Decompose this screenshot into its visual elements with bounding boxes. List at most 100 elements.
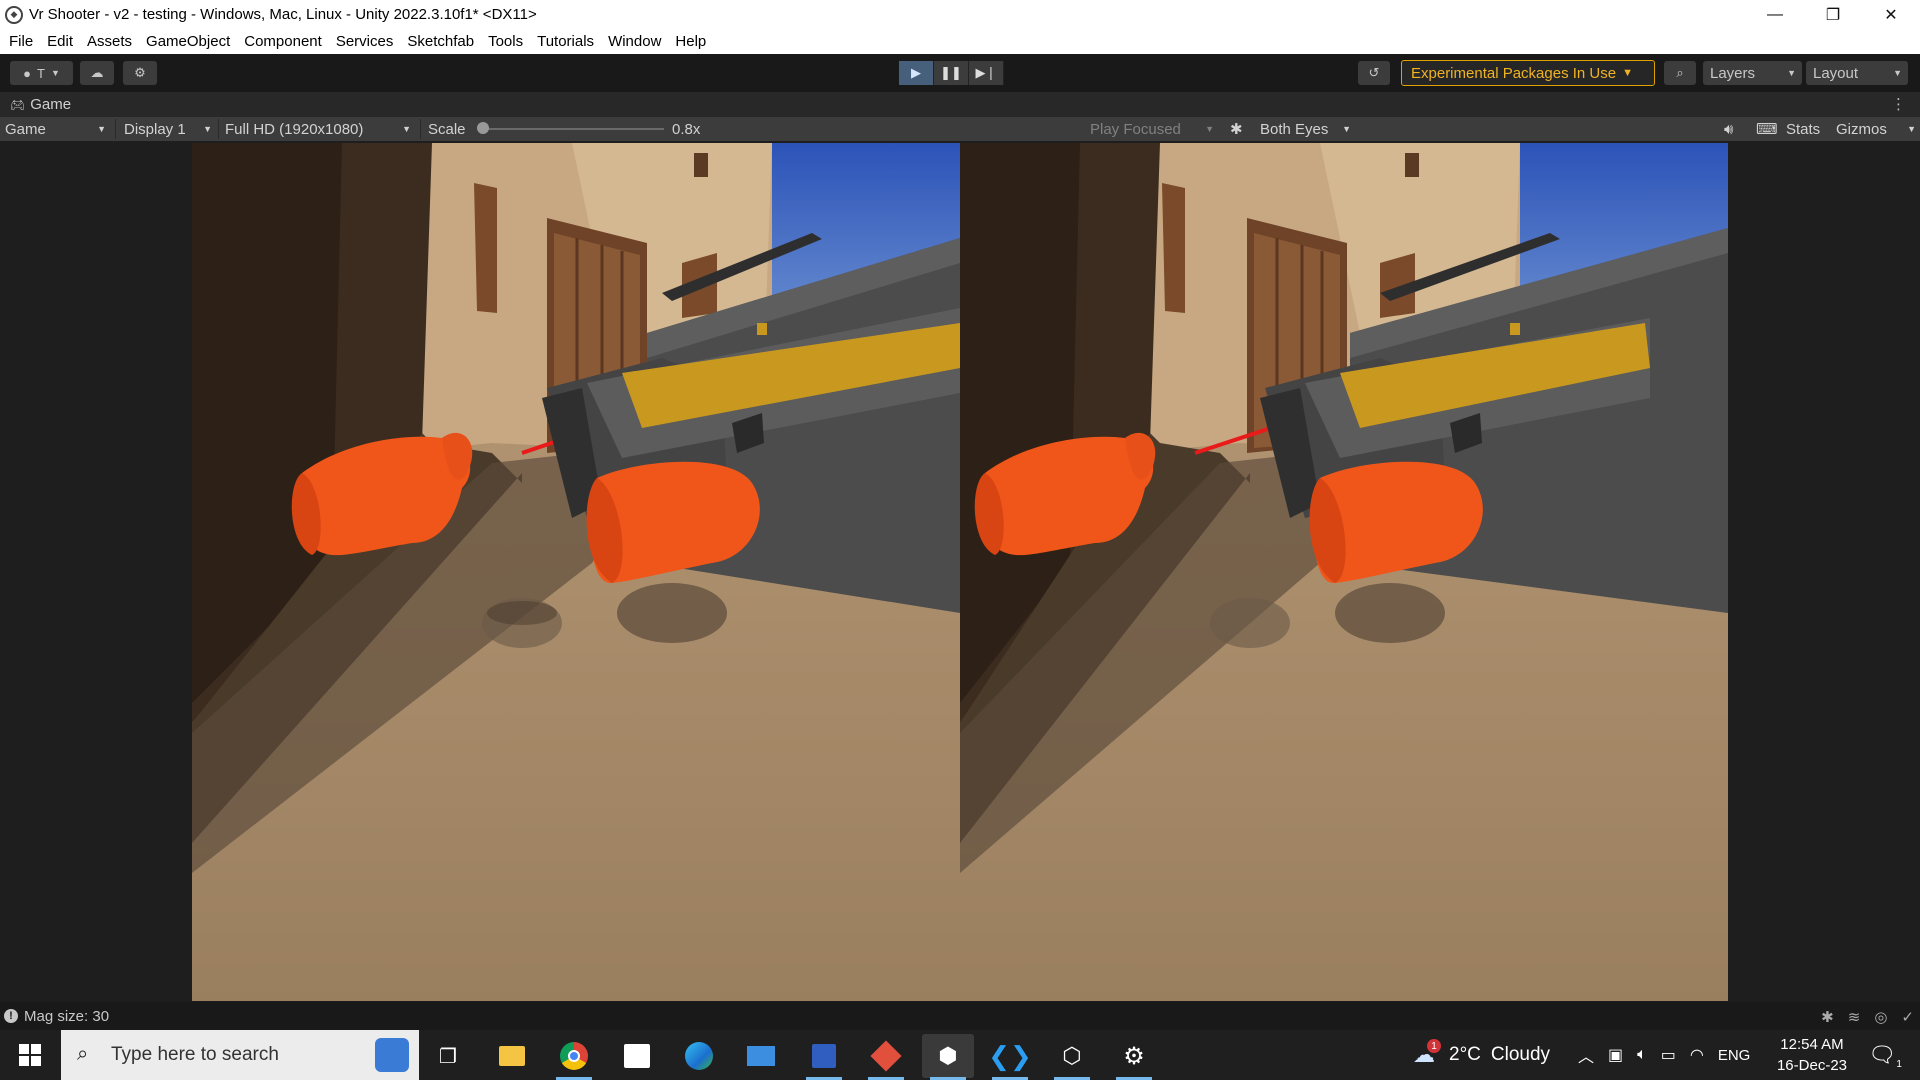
view-mode-dropdown[interactable]: Game ▼ bbox=[5, 117, 110, 141]
console-message[interactable]: Mag size: 30 bbox=[24, 1008, 109, 1025]
cloud-icon: ☁ 1 bbox=[1413, 1039, 1441, 1068]
menu-gameobject[interactable]: GameObject bbox=[139, 33, 237, 50]
scale-slider-handle[interactable] bbox=[477, 122, 489, 134]
store-icon bbox=[624, 1044, 650, 1068]
settings-button[interactable]: ⚙ bbox=[1108, 1034, 1160, 1080]
title-bar: ◆ Vr Shooter - v2 - testing - Windows, M… bbox=[0, 0, 1920, 29]
unity-hub-button[interactable]: ⬡ bbox=[1046, 1034, 1098, 1080]
menu-tools[interactable]: Tools bbox=[481, 33, 530, 50]
game-view-toolbar: Game ▼ Display 1 ▼ Full HD (1920x1080) ▼… bbox=[0, 117, 1920, 141]
collab-settings-button[interactable]: ⚙ bbox=[123, 61, 157, 85]
view-mode-label: Game bbox=[5, 120, 46, 138]
unity-logo-icon: ◆ bbox=[5, 5, 23, 24]
start-button[interactable] bbox=[0, 1030, 60, 1080]
chevron-down-icon: ▼ bbox=[1622, 67, 1633, 79]
cloud-button[interactable]: ☁ bbox=[80, 61, 114, 85]
divider bbox=[420, 119, 421, 139]
edge-button[interactable] bbox=[673, 1034, 725, 1078]
experimental-packages-button[interactable]: Experimental Packages In Use ▼ bbox=[1401, 60, 1655, 86]
chrome-button[interactable] bbox=[548, 1034, 600, 1080]
menu-sketchfab[interactable]: Sketchfab bbox=[400, 33, 481, 50]
pause-button[interactable]: ❚❚ bbox=[934, 61, 969, 85]
folder-icon bbox=[499, 1046, 525, 1066]
chevron-down-icon: ▼ bbox=[1787, 68, 1796, 78]
account-icon: ● bbox=[23, 65, 31, 81]
notification-center-button[interactable]: 🗨︎ 1 bbox=[1868, 1030, 1902, 1080]
floppy-icon bbox=[812, 1044, 836, 1068]
save-app-button[interactable] bbox=[798, 1034, 850, 1080]
account-initial: T bbox=[36, 65, 45, 81]
menu-assets[interactable]: Assets bbox=[80, 33, 139, 50]
search-icon: ⌕ bbox=[1676, 65, 1684, 80]
check-icon[interactable]: ✓ bbox=[1901, 1008, 1914, 1026]
more-options-icon[interactable]: ⋮ bbox=[1891, 95, 1906, 113]
restore-button[interactable]: ❐ bbox=[1804, 0, 1862, 29]
search-button[interactable]: ⌕ bbox=[1664, 61, 1696, 85]
undo-history-button[interactable]: ↺ bbox=[1358, 61, 1390, 85]
gizmos-dropdown[interactable]: Gizmos ▼ bbox=[1836, 117, 1916, 141]
battery-icon[interactable]: ▭ bbox=[1661, 1045, 1676, 1065]
unity-editor-button[interactable]: ⬢ bbox=[922, 1034, 974, 1080]
history-icon: ↺ bbox=[1368, 65, 1380, 80]
menu-component[interactable]: Component bbox=[237, 33, 329, 50]
wifi-icon[interactable]: ◠ bbox=[1690, 1045, 1704, 1065]
menu-tutorials[interactable]: Tutorials bbox=[530, 33, 601, 50]
chrome-icon bbox=[560, 1042, 588, 1070]
layout-dropdown[interactable]: Layout ▼ bbox=[1806, 61, 1908, 85]
minimize-button[interactable]: — bbox=[1746, 0, 1804, 29]
menu-services[interactable]: Services bbox=[329, 33, 401, 50]
progress-icon[interactable]: ≋ bbox=[1848, 1008, 1861, 1026]
gear-icon: ⚙ bbox=[134, 65, 146, 80]
step-button[interactable]: ▶❘ bbox=[969, 61, 1004, 85]
store-button[interactable] bbox=[611, 1034, 663, 1078]
account-dropdown[interactable]: ● T ▼ bbox=[10, 61, 73, 85]
chevron-down-icon: ▼ bbox=[1342, 124, 1351, 134]
taskbar-search-box[interactable]: ⌕ Type here to search bbox=[61, 1030, 419, 1080]
mail-button[interactable] bbox=[735, 1034, 787, 1078]
clock-time: 12:54 AM bbox=[1780, 1036, 1844, 1053]
bug-icon[interactable]: ✱ bbox=[1821, 1008, 1834, 1026]
eyes-dropdown[interactable]: Both Eyes ▼ bbox=[1260, 117, 1355, 141]
display-dropdown[interactable]: Display 1 ▼ bbox=[124, 117, 216, 141]
menu-window[interactable]: Window bbox=[601, 33, 668, 50]
search-icon: ⌕ bbox=[77, 1043, 89, 1065]
scale-slider-track[interactable] bbox=[482, 128, 664, 130]
gear-icon: ⚙ bbox=[1123, 1042, 1145, 1070]
weather-widget[interactable]: ☁ 1 2°C Cloudy bbox=[1413, 1030, 1550, 1080]
play-focused-dropdown[interactable]: Play Focused ▼ bbox=[1090, 117, 1218, 141]
taskbar-clock[interactable]: 12:54 AM 16-Dec-23 bbox=[1762, 1034, 1862, 1076]
notification-count: 1 bbox=[1896, 1059, 1902, 1070]
menu-file[interactable]: File bbox=[2, 33, 40, 50]
clock-date: 16-Dec-23 bbox=[1776, 1057, 1848, 1074]
language-indicator[interactable]: ENG bbox=[1718, 1047, 1751, 1064]
game-viewport[interactable] bbox=[0, 141, 1920, 1001]
task-view-button[interactable]: ❐ bbox=[422, 1034, 474, 1078]
network-icon[interactable]: ◎ bbox=[1874, 1008, 1887, 1026]
security-icon[interactable]: ▣ bbox=[1608, 1045, 1623, 1065]
chevron-down-icon: ▼ bbox=[97, 124, 106, 134]
audio-toggle-icon[interactable]: 🔊︎ bbox=[1724, 117, 1733, 141]
divider bbox=[115, 119, 116, 139]
close-button[interactable]: ✕ bbox=[1862, 0, 1920, 29]
menu-edit[interactable]: Edit bbox=[40, 33, 80, 50]
menu-help[interactable]: Help bbox=[668, 33, 713, 50]
play-button[interactable]: ▶ bbox=[899, 61, 934, 85]
windows-taskbar: ⌕ Type here to search ❐ ⬢ ❮❯ ⬡ ⚙ ☁ 1 2°C … bbox=[0, 1030, 1920, 1080]
tab-game[interactable]: 🎮︎ Game bbox=[0, 92, 71, 117]
info-icon: ! bbox=[4, 1009, 18, 1023]
chevron-up-icon[interactable]: ︿ bbox=[1578, 1043, 1594, 1067]
scale-label: Scale bbox=[428, 120, 466, 138]
weather-desc: Cloudy bbox=[1490, 1044, 1551, 1065]
speaker-icon[interactable]: 🔈︎ bbox=[1637, 1046, 1647, 1064]
bug-icon[interactable]: ✱ bbox=[1230, 117, 1243, 141]
vscode-button[interactable]: ❮❯ bbox=[984, 1034, 1036, 1080]
resolution-dropdown[interactable]: Full HD (1920x1080) ▼ bbox=[225, 117, 415, 141]
stats-button[interactable]: Stats bbox=[1786, 117, 1820, 141]
task-view-icon: ❐ bbox=[439, 1045, 457, 1068]
vscode-icon: ❮❯ bbox=[988, 1040, 1032, 1071]
git-app-button[interactable] bbox=[860, 1034, 912, 1080]
layers-dropdown[interactable]: Layers ▼ bbox=[1703, 61, 1802, 85]
file-explorer-button[interactable] bbox=[486, 1034, 538, 1078]
keyboard-icon[interactable]: ⌨ bbox=[1756, 117, 1778, 141]
play-focused-label: Play Focused bbox=[1090, 120, 1181, 138]
